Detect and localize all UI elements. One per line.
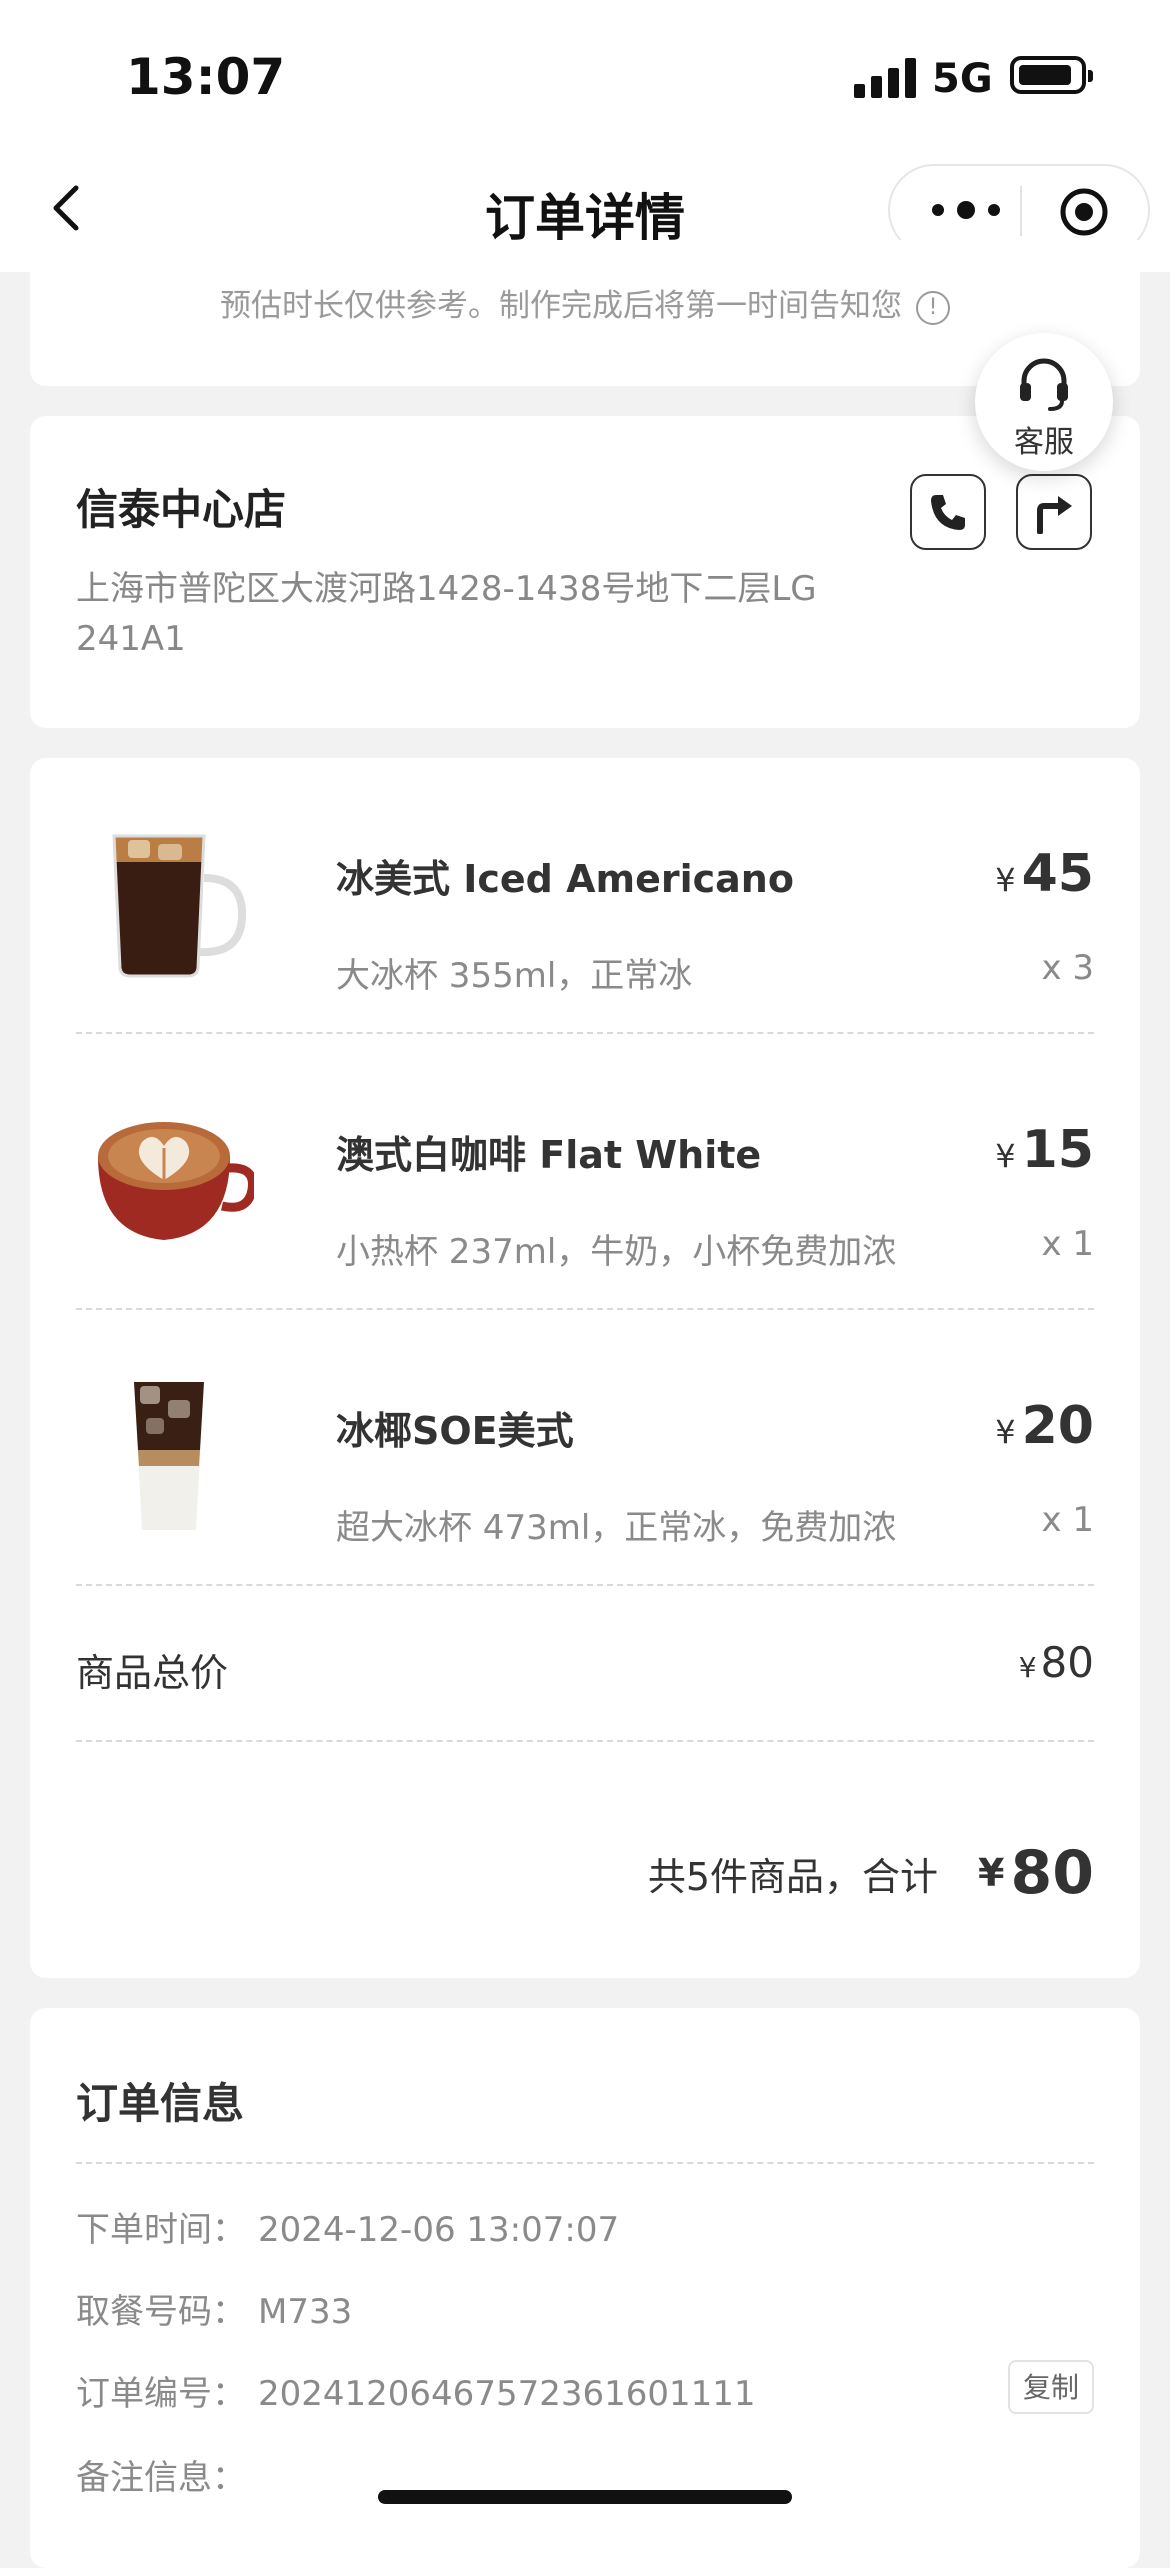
- item-name: 冰椰SOE美式: [336, 1409, 574, 1453]
- item-name: 冰美式 Iced Americano: [336, 857, 794, 901]
- store-address: 上海市普陀区大渡河路1428-1438号地下二层LG 241A1: [76, 569, 817, 659]
- network-label: 5G: [932, 56, 993, 102]
- signal-icon: [854, 58, 916, 98]
- battery-icon: [1010, 56, 1093, 94]
- phone-icon: [931, 495, 965, 530]
- close-miniprogram-button[interactable]: [1058, 186, 1110, 238]
- order-time-row: 下单时间： 2024-12-06 13:07:07: [76, 2202, 619, 2251]
- headset-icon: [1020, 358, 1068, 411]
- home-indicator[interactable]: [378, 2490, 792, 2504]
- subtotal-value: ¥80: [1019, 1638, 1094, 1687]
- currency-symbol: ¥: [978, 1851, 1005, 1895]
- pickup-status-card: 预估时长仅供参考。制作完成后将第一时间告知您!: [30, 240, 1140, 386]
- divider: [76, 2162, 1094, 2164]
- item-price: ¥45: [995, 844, 1094, 904]
- price-value: 15: [1021, 1120, 1094, 1180]
- total-amount: 80: [1010, 1838, 1095, 1908]
- currency-symbol: ¥: [995, 1137, 1016, 1175]
- item-price: ¥15: [995, 1120, 1094, 1180]
- target-icon: [1060, 188, 1108, 236]
- price-value: 45: [1021, 844, 1094, 904]
- pickup-hint-text: 预估时长仅供参考。制作完成后将第一时间告知您: [220, 288, 902, 324]
- subtotal-amount: 80: [1040, 1638, 1094, 1687]
- item-quantity: x 1: [1041, 1500, 1094, 1540]
- currency-symbol: ¥: [1018, 1651, 1037, 1684]
- info-label: 下单时间：: [76, 2210, 246, 2250]
- info-value: M733: [258, 2292, 353, 2332]
- remarks-row: 备注信息：: [76, 2450, 258, 2499]
- pickup-hint: 预估时长仅供参考。制作完成后将第一时间告知您!: [30, 280, 1140, 325]
- navigate-button[interactable]: [1016, 474, 1092, 550]
- order-info-card: 订单信息 下单时间： 2024-12-06 13:07:07 取餐号码： M733 …: [30, 2008, 1140, 2568]
- item-name: 澳式白咖啡 Flat White: [336, 1133, 762, 1177]
- info-value: 20241206467572361601111: [258, 2374, 756, 2414]
- subtotal-label: 商品总价: [76, 1651, 229, 1695]
- item-spec: 小热杯 237ml，牛奶，小杯免费加浓: [336, 1232, 897, 1272]
- info-label: 取餐号码：: [76, 2292, 246, 2332]
- info-label: 订单编号：: [76, 2374, 246, 2414]
- info-label: 备注信息：: [76, 2458, 246, 2498]
- more-button[interactable]: [926, 190, 1006, 230]
- flat-white-image: [98, 1122, 254, 1240]
- list-item: 澳式白咖啡 Flat White 小热杯 237ml，牛奶，小杯免费加浓 ¥15…: [30, 1034, 1140, 1310]
- currency-symbol: ¥: [995, 1413, 1016, 1451]
- total-row: 共5件商品，合计 ¥80: [648, 1838, 1094, 1908]
- subtotal-row: 商品总价 ¥80: [30, 1586, 1140, 1742]
- list-item: 冰椰SOE美式 超大冰杯 473ml，正常冰，免费加浓 ¥20 x 1: [30, 1310, 1140, 1586]
- pickup-number-row: 取餐号码： M733: [76, 2284, 352, 2333]
- customer-service-button[interactable]: 客服: [975, 333, 1113, 471]
- customer-service-label: 客服: [1014, 425, 1074, 460]
- order-items-card: 冰美式 Iced Americano 大冰杯 355ml，正常冰 ¥45 x 3…: [30, 758, 1140, 1978]
- copy-order-number-button[interactable]: 复制: [1008, 2360, 1094, 2414]
- price-value: 20: [1021, 1396, 1094, 1456]
- item-price: ¥20: [995, 1396, 1094, 1456]
- total-label: 共5件商品，合计: [647, 1854, 939, 1899]
- status-bar: 13:07 5G: [0, 0, 1170, 150]
- order-number-row: 订单编号： 20241206467572361601111: [76, 2366, 756, 2415]
- item-quantity: x 1: [1041, 1224, 1094, 1264]
- store-card: 信泰中心店 上海市普陀区大渡河路1428-1438号地下二层LG 241A1: [30, 416, 1140, 728]
- iced-americano-image: [112, 834, 247, 978]
- more-dots-icon: [932, 201, 1000, 219]
- status-time: 13:07: [126, 48, 286, 106]
- info-icon[interactable]: !: [916, 290, 950, 325]
- info-value: 2024-12-06 13:07:07: [258, 2210, 620, 2250]
- iced-coconut-americano-image: [134, 1382, 204, 1530]
- list-item: 冰美式 Iced Americano 大冰杯 355ml，正常冰 ¥45 x 3: [30, 758, 1140, 1034]
- item-spec: 大冰杯 355ml，正常冰: [336, 956, 693, 996]
- call-store-button[interactable]: [910, 474, 986, 550]
- currency-symbol: ¥: [995, 861, 1016, 899]
- item-quantity: x 3: [1041, 948, 1094, 988]
- order-info-title: 订单信息: [76, 2079, 245, 2128]
- capsule-divider: [1020, 186, 1022, 236]
- store-name: 信泰中心店: [76, 485, 287, 534]
- item-spec: 超大冰杯 473ml，正常冰，免费加浓: [336, 1508, 897, 1548]
- directions-icon: [1037, 496, 1072, 534]
